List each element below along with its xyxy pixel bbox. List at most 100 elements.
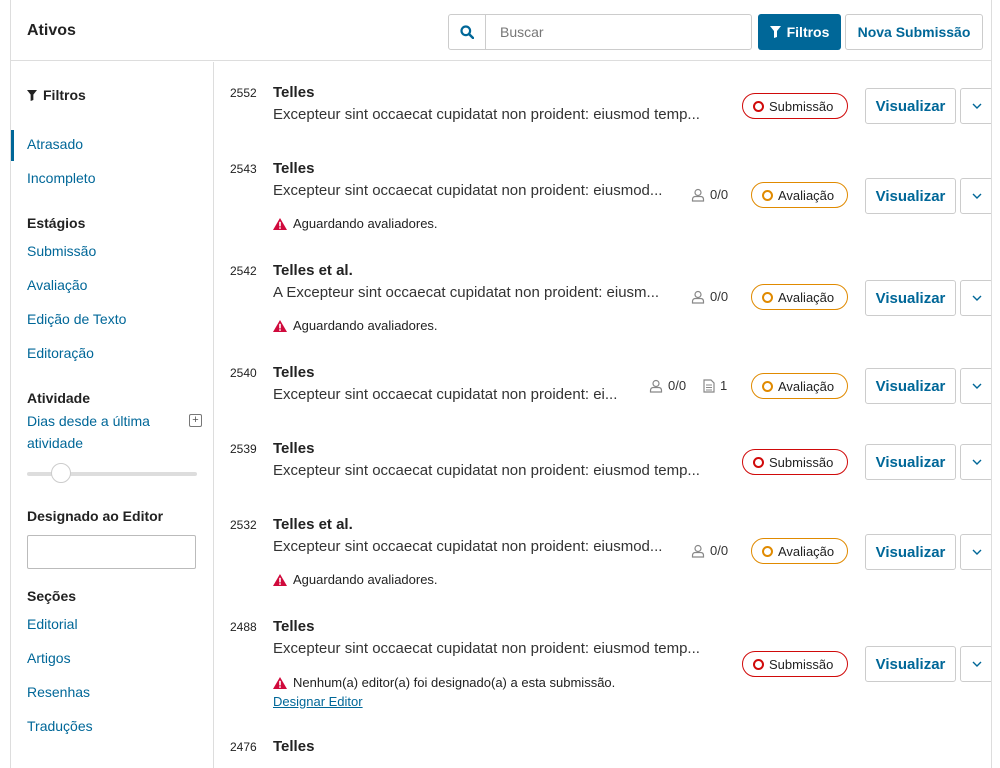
submission-title[interactable]: Excepteur sint occaecat cupidatat non pr… — [273, 386, 638, 403]
submission-author[interactable]: Telles — [273, 84, 314, 101]
submission-id: 2540 — [230, 366, 257, 380]
submission-title[interactable]: A Excepteur sint occaecat cupidatat non … — [273, 284, 693, 301]
view-button[interactable]: Visualizar — [865, 646, 956, 682]
filter-stage-copyediting[interactable]: Edição de Texto — [27, 311, 126, 327]
submission-id: 2552 — [230, 86, 257, 100]
warning-text: Aguardando avaliadores. — [293, 572, 438, 587]
submission-author[interactable]: Telles et al. — [273, 262, 353, 279]
filter-stage-review[interactable]: Avaliação — [27, 277, 87, 293]
assigned-editor-heading: Designado ao Editor — [27, 508, 164, 524]
filter-stage-submission[interactable]: Submissão — [27, 243, 96, 259]
filter-stage-production[interactable]: Editoração — [27, 345, 94, 361]
filter-section-reviews[interactable]: Resenhas — [27, 684, 90, 700]
stage-label: Submissão — [769, 656, 834, 672]
submission-id: 2488 — [230, 620, 257, 634]
filter-days-since-activity[interactable]: Dias desde a última atividade — [27, 410, 177, 454]
submission-author[interactable]: Telles — [273, 618, 314, 635]
stage-circle-icon — [762, 189, 773, 201]
search-input[interactable] — [485, 14, 752, 50]
stage-circle-icon — [762, 545, 773, 557]
view-button[interactable]: Visualizar — [865, 368, 956, 404]
expand-button[interactable] — [960, 368, 991, 404]
warning-notice: Aguardando avaliadores. — [273, 216, 438, 231]
filter-incomplete[interactable]: Incompleto — [27, 170, 95, 186]
review-count-value: 0/0 — [710, 289, 729, 304]
submission-author[interactable]: Telles — [273, 160, 314, 177]
stage-label: Avaliação — [778, 543, 835, 559]
submission-title[interactable]: Excepteur sint occaecat cupidatat non pr… — [273, 462, 733, 479]
warning-notice: Aguardando avaliadores. — [273, 318, 438, 333]
filter-section-articles[interactable]: Artigos — [27, 650, 71, 666]
submission-title[interactable]: Excepteur sint occaecat cupidatat non pr… — [273, 106, 733, 123]
warning-icon — [273, 573, 287, 586]
filters-heading-label: Filtros — [43, 87, 86, 103]
user-icon — [691, 544, 705, 558]
view-button[interactable]: Visualizar — [865, 88, 956, 124]
expand-button[interactable] — [960, 646, 991, 682]
submission-author[interactable]: Telles — [273, 440, 314, 457]
review-count-value: 0/0 — [710, 543, 729, 558]
stage-badge: Submissão — [742, 449, 848, 475]
submission-author[interactable]: Telles — [273, 738, 314, 755]
view-button[interactable]: Visualizar — [865, 534, 956, 570]
expand-button[interactable] — [960, 178, 991, 214]
stage-badge: Avaliação — [751, 284, 848, 310]
submission-id: 2542 — [230, 264, 257, 278]
filter-section-editorial[interactable]: Editorial — [27, 616, 78, 632]
submissions-panel: Ativos Filtros Nova Submissão Filtros At… — [10, 0, 992, 768]
stage-circle-icon — [753, 658, 764, 670]
user-icon — [691, 290, 705, 304]
new-submission-button[interactable]: Nova Submissão — [845, 14, 983, 50]
expand-plus-icon[interactable]: + — [189, 414, 202, 427]
stages-heading: Estágios — [27, 215, 86, 231]
review-count: 0/0 — [649, 378, 686, 393]
review-count-value: 0/0 — [668, 378, 687, 393]
stage-badge: Avaliação — [751, 373, 848, 399]
expand-button[interactable] — [960, 88, 991, 124]
stage-badge: Avaliação — [751, 182, 848, 208]
document-icon — [703, 378, 715, 393]
file-count: 1 — [703, 378, 727, 393]
chevron-down-icon — [972, 383, 981, 389]
view-button[interactable]: Visualizar — [865, 444, 956, 480]
submission-title[interactable]: Excepteur sint occaecat cupidatat non pr… — [273, 538, 693, 555]
warning-text: Nenhum(a) editor(a) foi designado(a) a e… — [293, 675, 616, 690]
expand-button[interactable] — [960, 280, 991, 316]
page-title: Ativos — [27, 22, 76, 39]
filter-section-translations[interactable]: Traduções — [27, 718, 93, 734]
stage-label: Avaliação — [778, 378, 835, 394]
chevron-down-icon — [972, 103, 981, 109]
submission-title[interactable]: Excepteur sint occaecat cupidatat non pr… — [273, 640, 733, 657]
filters-heading: Filtros — [27, 87, 86, 103]
activity-heading: Atividade — [27, 390, 91, 406]
filters-button[interactable]: Filtros — [758, 14, 841, 50]
chevron-down-icon — [972, 549, 981, 555]
submission-author[interactable]: Telles et al. — [273, 516, 353, 533]
chevron-down-icon — [972, 661, 981, 667]
submissions-list: 2552 Telles Excepteur sint occaecat cupi… — [215, 62, 991, 768]
activity-slider-handle[interactable] — [51, 463, 71, 483]
filters-button-label: Filtros — [786, 24, 830, 40]
stage-badge: Submissão — [742, 93, 848, 119]
chevron-down-icon — [972, 459, 981, 465]
assign-editor-link[interactable]: Designar Editor — [273, 694, 363, 709]
submission-id: 2543 — [230, 162, 257, 176]
view-button[interactable]: Visualizar — [865, 178, 956, 214]
search-button[interactable] — [448, 14, 486, 50]
view-button[interactable]: Visualizar — [865, 280, 956, 316]
stage-circle-icon — [762, 380, 773, 392]
submission-title[interactable]: Excepteur sint occaecat cupidatat non pr… — [273, 182, 693, 199]
filter-overdue[interactable]: Atrasado — [27, 136, 83, 152]
warning-notice: Aguardando avaliadores. — [273, 572, 438, 587]
stage-label: Avaliação — [778, 289, 835, 305]
submission-id: 2539 — [230, 442, 257, 456]
expand-button[interactable] — [960, 444, 991, 480]
submission-author[interactable]: Telles — [273, 364, 314, 381]
stage-label: Avaliação — [778, 187, 835, 203]
warning-text: Aguardando avaliadores. — [293, 216, 438, 231]
warning-text: Aguardando avaliadores. — [293, 318, 438, 333]
expand-button[interactable] — [960, 534, 991, 570]
assigned-editor-input[interactable] — [27, 535, 196, 569]
submission-id: 2532 — [230, 518, 257, 532]
warning-icon — [273, 319, 287, 332]
